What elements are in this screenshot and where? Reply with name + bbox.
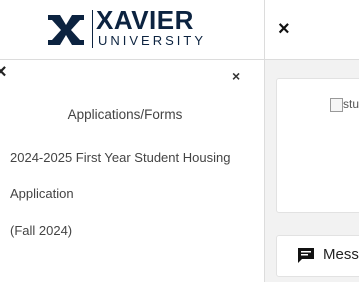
- close-icon[interactable]: ×: [278, 18, 290, 40]
- broken-image-icon: [330, 98, 343, 112]
- menu-item-housing-line1[interactable]: 2024-2025 First Year Student Housing: [10, 149, 230, 167]
- menu-item-housing-line3[interactable]: (Fall 2024): [10, 222, 72, 240]
- xavier-x-logo-icon: [46, 13, 86, 47]
- image-alt-text: stu: [343, 97, 359, 111]
- logo-name: XAVIER: [96, 5, 194, 35]
- collapse-menu-icon[interactable]: ×: [0, 62, 7, 82]
- close-menu-icon[interactable]: ×: [232, 68, 240, 84]
- menu-title: Applications/Forms: [67, 107, 183, 122]
- messages-label[interactable]: Mess: [323, 245, 359, 265]
- student-image: stu: [330, 97, 359, 113]
- sidebar: XAVIER UNIVERSITY × × Applications/Forms…: [0, 0, 265, 282]
- logo-subtitle: UNIVERSITY: [98, 33, 207, 48]
- message-icon: [298, 248, 314, 263]
- menu-item-housing-line2[interactable]: Application: [10, 185, 74, 203]
- logo-divider: [92, 10, 93, 48]
- logo[interactable]: XAVIER UNIVERSITY: [0, 0, 264, 60]
